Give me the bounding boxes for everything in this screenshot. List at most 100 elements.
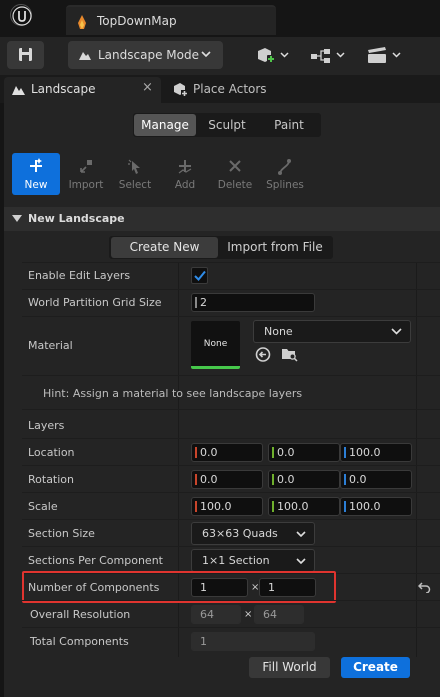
create-button[interactable]: Create [341, 657, 410, 678]
axis-y-marker [272, 501, 274, 512]
tool-delete-button[interactable]: Delete [211, 153, 259, 195]
reset-to-default-icon[interactable] [418, 582, 431, 593]
material-thumbnail[interactable]: None [191, 321, 240, 369]
row-overall-resolution: Overall Resolution 64 × 64 [22, 600, 440, 627]
location-x-input[interactable]: 0.0 [191, 443, 263, 462]
chevron-down-icon [392, 52, 401, 58]
document-tab-label: TopDownMap [97, 14, 177, 28]
hint-text: Hint: Assign a material to see landscape… [43, 387, 303, 400]
mode-tabs: Manage Sculpt Paint [133, 113, 321, 137]
resolution-x-value: 64 [191, 605, 241, 624]
material-label: Material [28, 339, 73, 352]
times-sign: × [244, 609, 253, 620]
import-from-file-tab[interactable]: Import from File [219, 237, 331, 258]
axis-z-marker [344, 447, 346, 458]
tool-splines-button[interactable]: Splines [261, 153, 309, 195]
grid-size-input[interactable]: 2 [191, 293, 315, 312]
create-new-tab[interactable]: Create New [111, 237, 218, 258]
axis-x-marker [195, 474, 197, 485]
plus-icon [178, 160, 192, 174]
scale-z-value: 100.0 [349, 500, 381, 513]
browse-asset-icon[interactable] [281, 346, 298, 362]
enable-edit-layers-checkbox[interactable] [191, 267, 208, 284]
tab-manage[interactable]: Manage [134, 114, 196, 136]
clapperboard-icon [368, 47, 386, 63]
checkmark-icon [194, 270, 206, 281]
fill-world-button[interactable]: Fill World [249, 657, 330, 678]
tool-select-button[interactable]: Select [111, 153, 159, 195]
location-y-input[interactable]: 0.0 [268, 443, 340, 462]
tool-new-button[interactable]: New [12, 153, 60, 195]
new-landscape-icon [30, 158, 42, 172]
scale-y-input[interactable]: 100.0 [268, 497, 340, 516]
location-x-value: 0.0 [200, 446, 218, 459]
chevron-down-icon [336, 52, 345, 58]
rotation-x-value: 0.0 [200, 473, 218, 486]
tab-landscape[interactable]: Landscape × [4, 77, 161, 103]
row-layers: Layers [22, 409, 440, 438]
tab-place-actors-label: Place Actors [193, 82, 267, 96]
tool-add-button[interactable]: Add [161, 153, 209, 195]
tool-import-button[interactable]: Import [62, 153, 110, 195]
location-z-input[interactable]: 100.0 [340, 443, 412, 462]
material-combo[interactable]: None [253, 320, 411, 343]
spline-icon [278, 159, 291, 175]
tool-add-label: Add [174, 179, 196, 191]
scale-label: Scale [28, 500, 58, 513]
tool-delete-label: Delete [217, 179, 253, 191]
material-value: None [264, 325, 293, 338]
tool-splines-label: Splines [266, 179, 304, 191]
tab-place-actors[interactable]: Place Actors [170, 77, 320, 103]
sections-per-component-combo[interactable]: 1×1 Section [191, 549, 315, 572]
row-location: Location 0.0 0.0 100.0 [22, 438, 440, 465]
section-size-label: Section Size [28, 527, 95, 540]
resolution-y-value: 64 [254, 605, 304, 624]
mode-selector-button[interactable]: Landscape Mode [68, 41, 223, 69]
total-components-value: 1 [191, 632, 315, 651]
axis-z-marker [344, 501, 346, 512]
tool-new-label: New [24, 179, 48, 191]
document-tab[interactable]: TopDownMap [66, 5, 276, 35]
add-actor-dropdown[interactable] [253, 41, 293, 69]
place-actors-icon [174, 83, 188, 97]
highlight-box [22, 571, 336, 603]
save-button[interactable] [7, 41, 44, 69]
level-icon [75, 14, 89, 33]
cinematics-dropdown[interactable] [365, 41, 405, 69]
sections-per-component-value: 1×1 Section [202, 554, 270, 567]
axis-x-marker [195, 501, 197, 512]
row-section-size: Section Size 63×63 Quads [22, 519, 440, 546]
section-size-combo[interactable]: 63×63 Quads [191, 522, 315, 545]
axis-y-marker [272, 474, 274, 485]
unreal-logo-icon[interactable] [10, 4, 32, 26]
rotation-z-input[interactable]: 0.0 [340, 470, 412, 489]
location-label: Location [28, 446, 75, 459]
new-landscape-section-header[interactable]: New Landscape [4, 207, 440, 231]
use-selected-asset-icon[interactable] [255, 347, 271, 362]
add-actor-icon [258, 48, 275, 63]
rotation-y-input[interactable]: 0.0 [268, 470, 340, 489]
chevron-down-icon [391, 328, 402, 335]
axis-y-marker [272, 447, 274, 458]
tool-select-label: Select [118, 179, 152, 191]
chevron-down-icon [296, 558, 306, 564]
scale-y-value: 100.0 [277, 500, 309, 513]
panel-tab-bar: Landscape × Place Actors [0, 75, 440, 103]
rotation-x-input[interactable]: 0.0 [191, 470, 263, 489]
blueprint-dropdown[interactable] [309, 41, 349, 69]
tab-paint[interactable]: Paint [258, 114, 320, 136]
tab-sculpt[interactable]: Sculpt [196, 114, 258, 136]
scale-z-input[interactable]: 100.0 [340, 497, 412, 516]
layers-label: Layers [28, 419, 65, 432]
row-rotation: Rotation 0.0 0.0 0.0 [22, 465, 440, 492]
row-enable-edit-layers: Enable Edit Layers [22, 262, 440, 289]
row-scale: Scale 100.0 100.0 100.0 [22, 492, 440, 519]
scale-x-input[interactable]: 100.0 [191, 497, 263, 516]
landscape-icon [12, 86, 25, 95]
section-size-value: 63×63 Quads [202, 527, 278, 540]
section-title: New Landscape [28, 212, 125, 225]
row-total-components: Total Components 1 [22, 627, 440, 654]
delete-icon [229, 160, 241, 172]
close-icon[interactable]: × [142, 80, 153, 95]
blueprint-icon [311, 49, 330, 63]
